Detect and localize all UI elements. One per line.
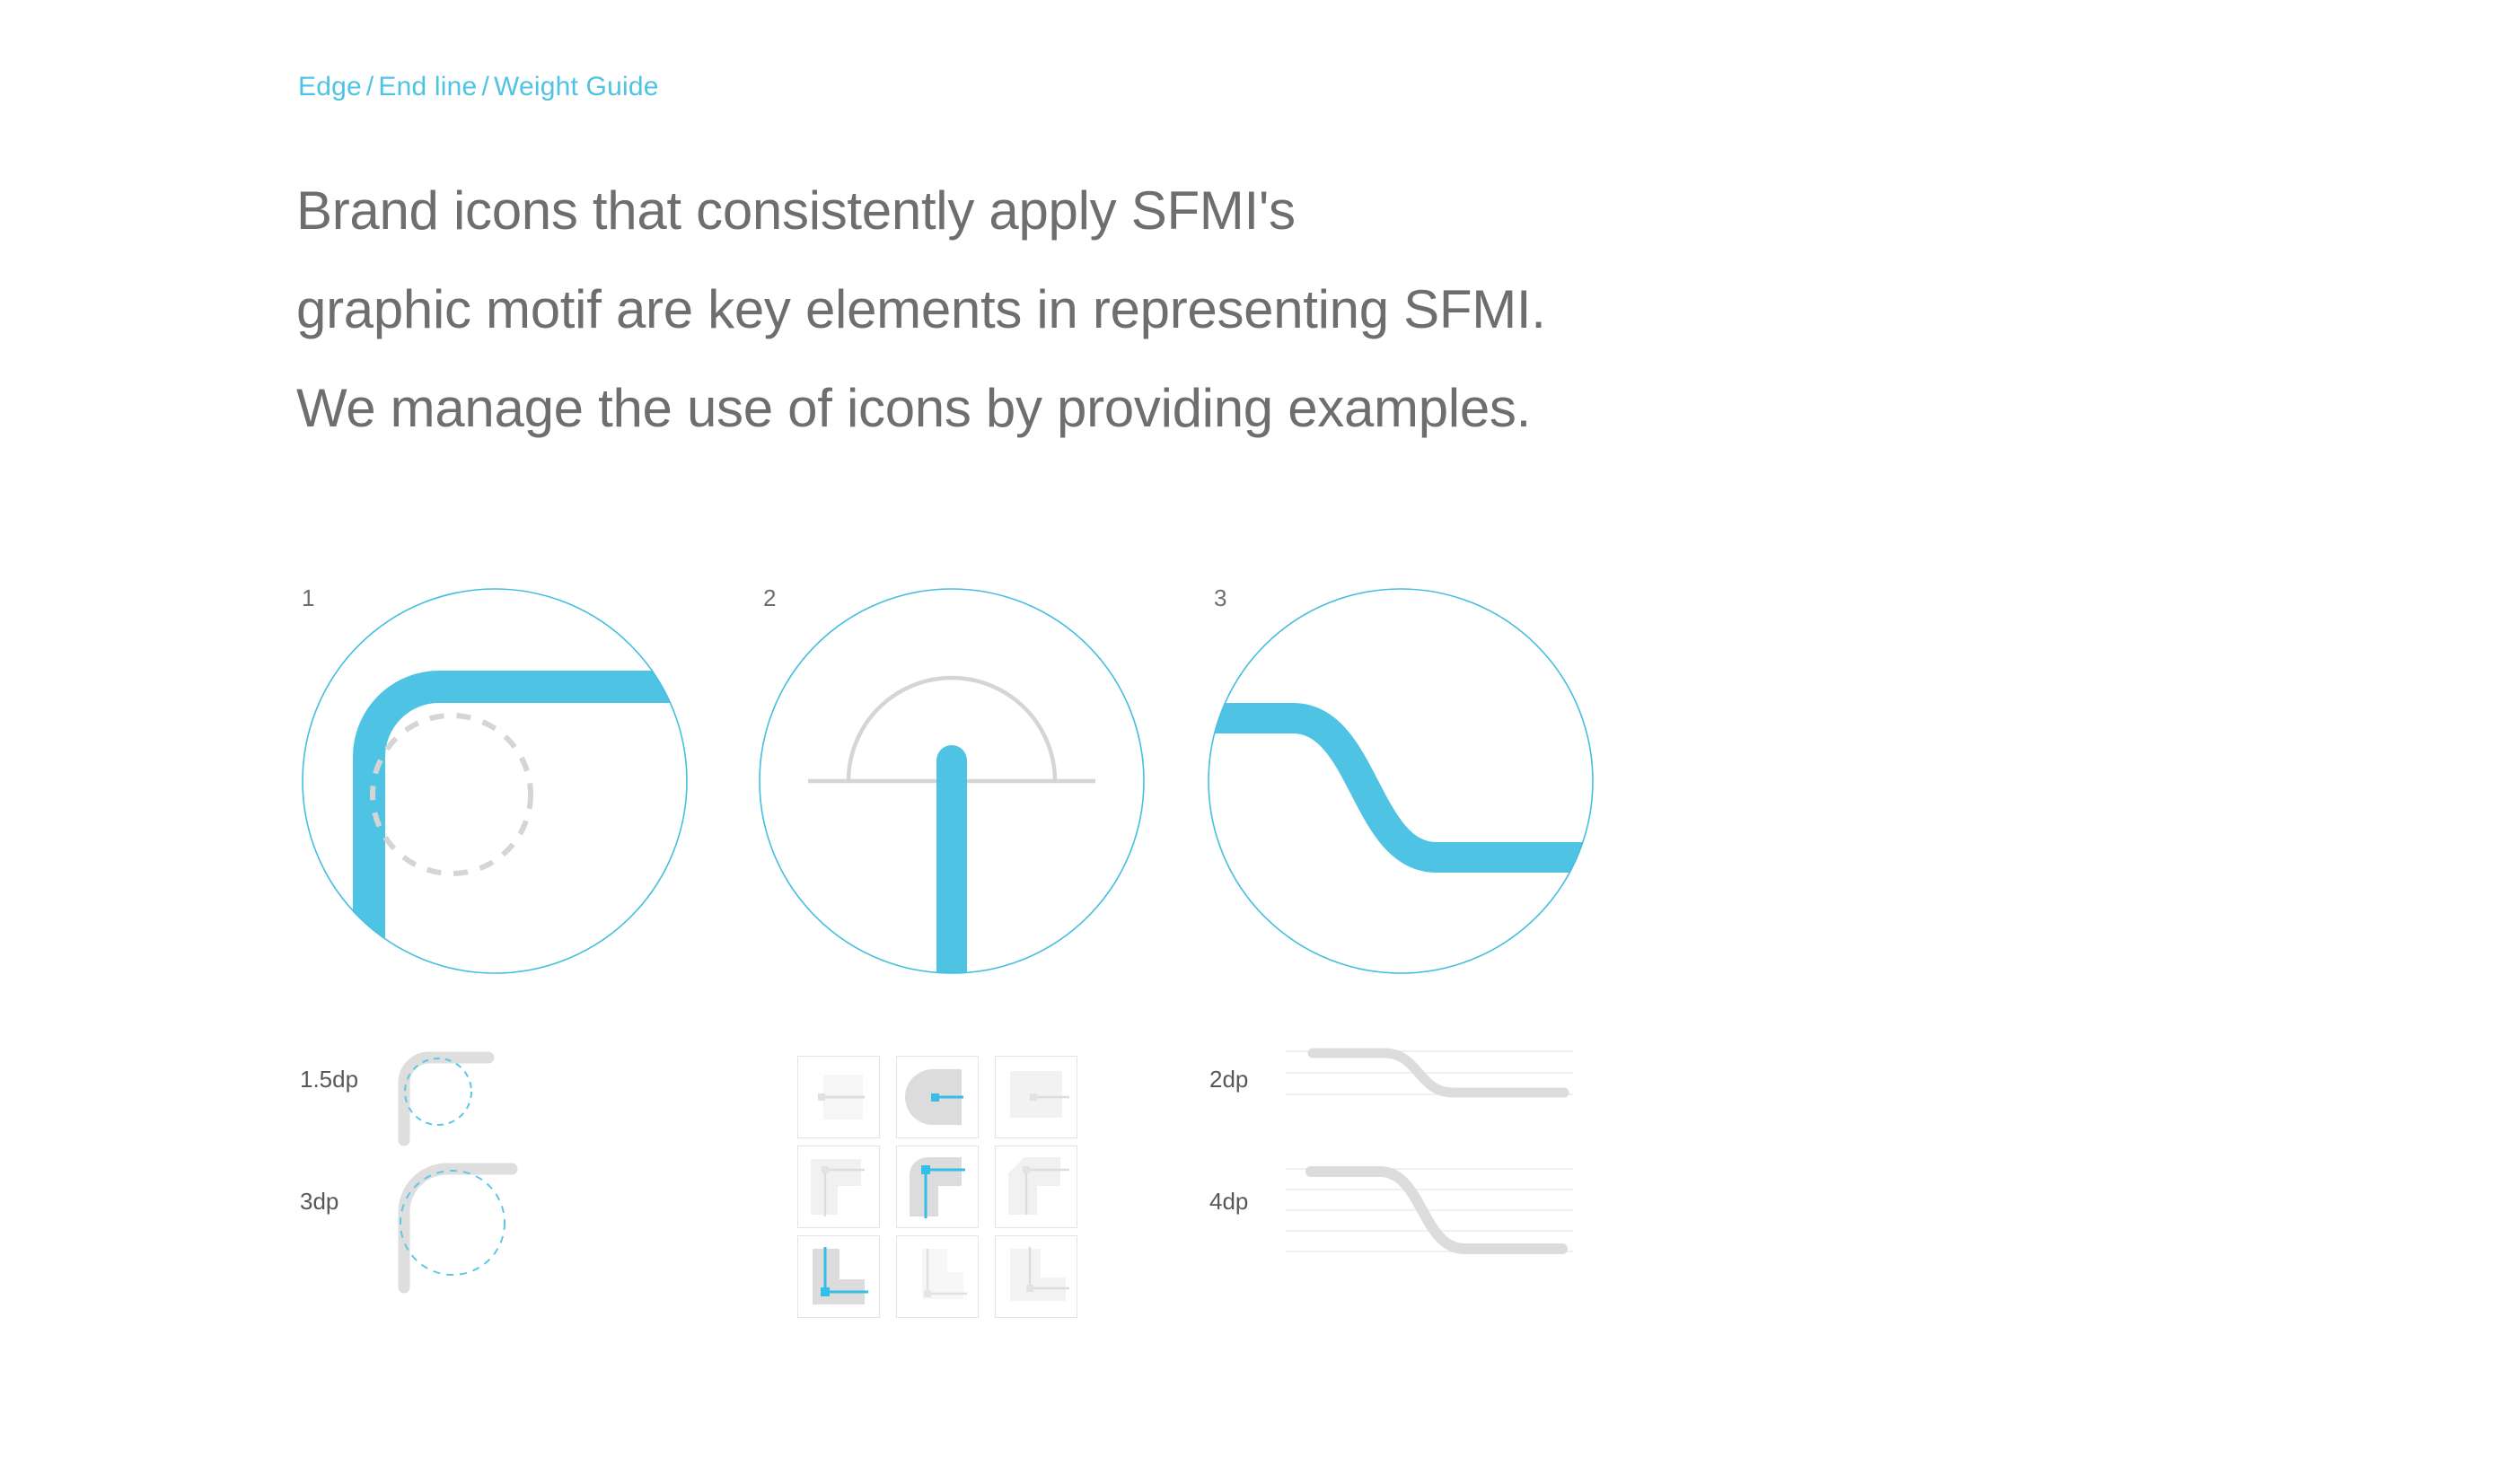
- diagram-s-curve-weight[interactable]: [1208, 588, 1594, 974]
- sample-label-3dp: 3dp: [300, 1188, 339, 1215]
- sample-label-1-5dp: 1.5dp: [300, 1066, 359, 1093]
- breadcrumb-separator-2: /: [481, 72, 489, 101]
- tile-corner-bottom-light[interactable]: [995, 1235, 1077, 1318]
- tile-straight-faint[interactable]: [797, 1056, 880, 1138]
- sample-label-4dp: 4dp: [1209, 1188, 1249, 1215]
- corner-sample-3dp: [386, 1156, 530, 1304]
- headline-line-2: graphic motif are key elements in repres…: [296, 279, 1546, 339]
- tile-straight-light[interactable]: [995, 1056, 1077, 1138]
- tile-corner-sharp[interactable]: [797, 1146, 880, 1228]
- icon-grid: [797, 1056, 1077, 1318]
- breadcrumb-separator-1: /: [365, 72, 374, 101]
- tile-corner-bottom-faint[interactable]: [896, 1235, 979, 1318]
- curve-sample-4dp: [1286, 1163, 1573, 1266]
- breadcrumb: Edge / End line / Weight Guide: [298, 72, 659, 102]
- tile-rounded-cap-active[interactable]: [896, 1056, 979, 1138]
- page-title: Brand icons that consistently apply SFMI…: [296, 162, 1546, 458]
- tile-corner-bottom-left-active[interactable]: [797, 1235, 880, 1318]
- page-root: Edge / End line / Weight Guide Brand icons t…: [0, 0, 2514, 1484]
- breadcrumb-item-weight-guide[interactable]: Weight Guide: [494, 72, 659, 101]
- breadcrumb-item-end-line[interactable]: End line: [378, 72, 477, 101]
- corner-sample-1-5dp: [386, 1040, 503, 1152]
- headline-line-3: We manage the use of icons by providing …: [296, 378, 1531, 438]
- sample-label-2dp: 2dp: [1209, 1066, 1249, 1093]
- diagram-rounded-corner-edge[interactable]: [302, 588, 688, 974]
- breadcrumb-item-edge[interactable]: Edge: [298, 72, 362, 101]
- curve-sample-2dp: [1286, 1046, 1573, 1113]
- headline-line-1: Brand icons that consistently apply SFMI…: [296, 180, 1296, 241]
- tile-corner-round-active[interactable]: [896, 1146, 979, 1228]
- tile-corner-chamfer[interactable]: [995, 1146, 1077, 1228]
- diagram-end-line-cap[interactable]: [759, 588, 1145, 974]
